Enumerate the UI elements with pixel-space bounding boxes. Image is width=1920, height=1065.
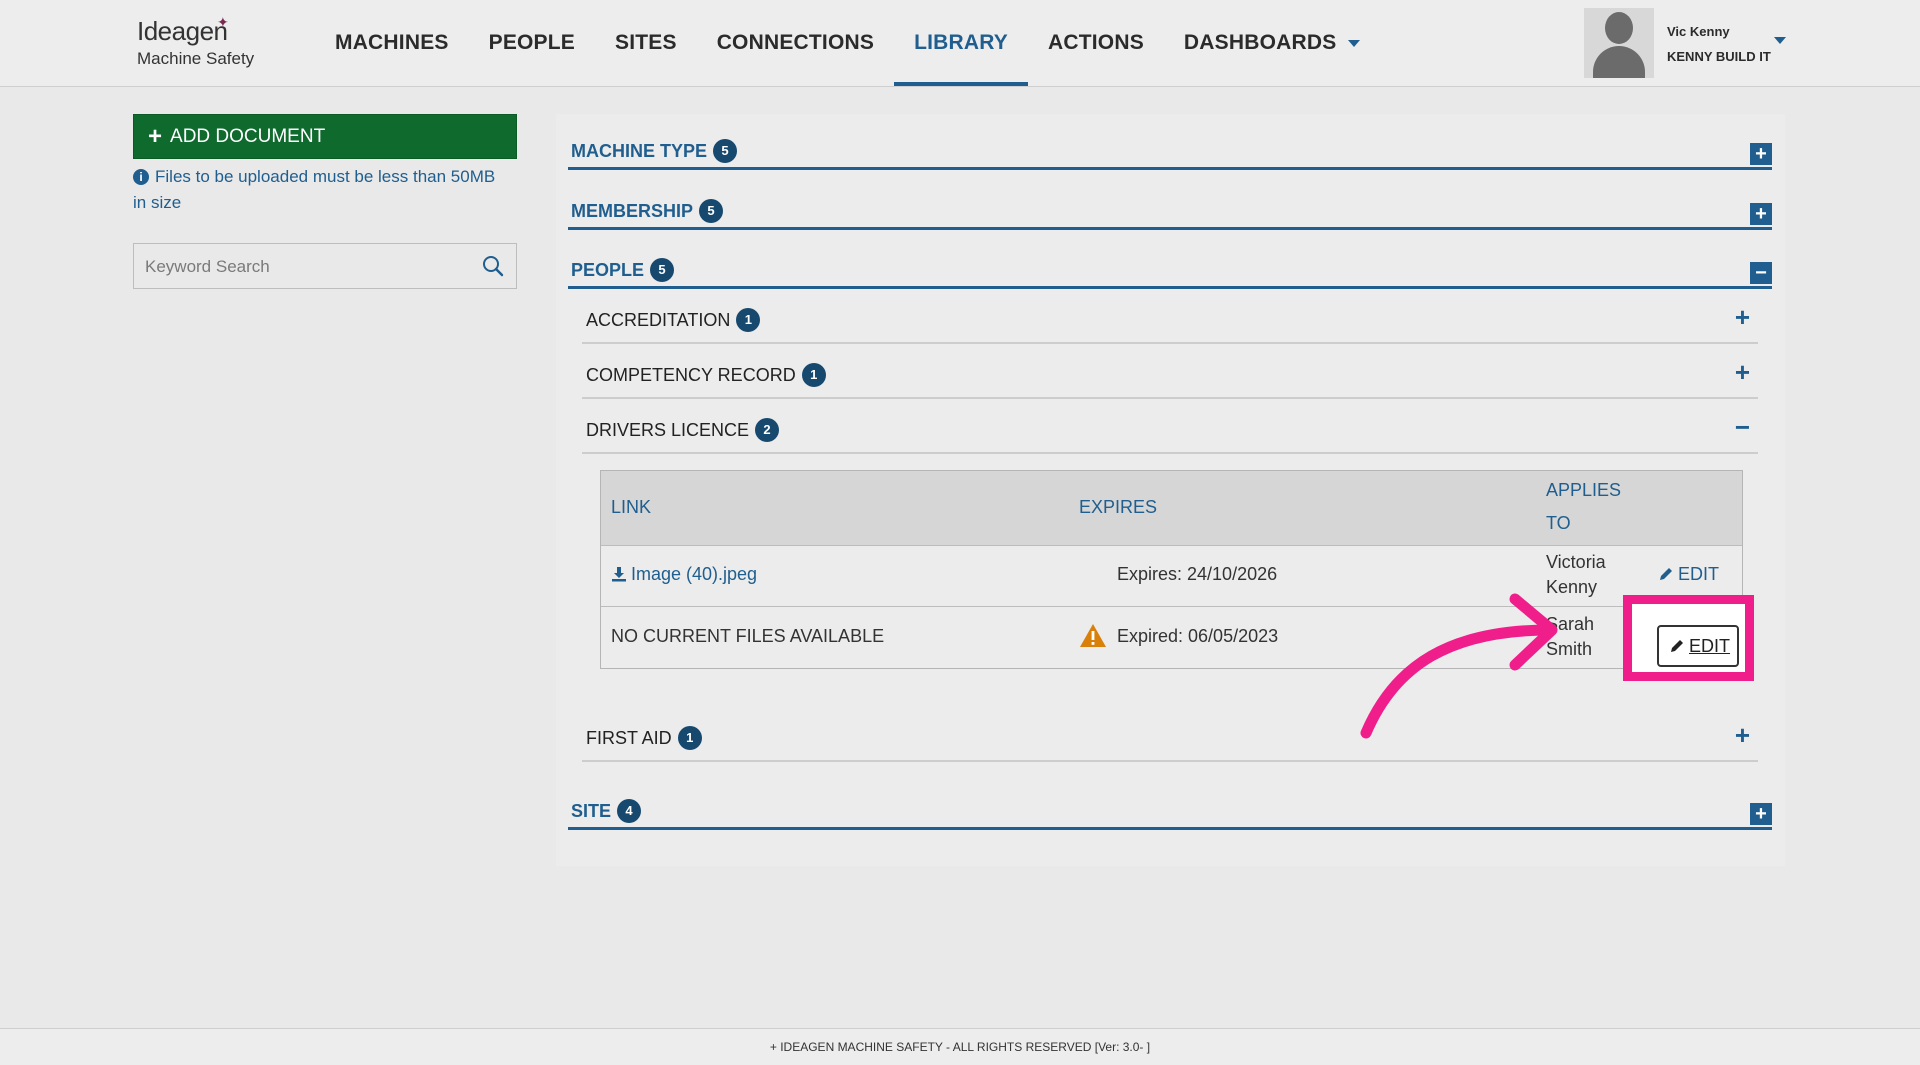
expand-icon[interactable]: + [1735,722,1750,748]
nav-label: MACHINES [335,31,449,54]
nav-label: LIBRARY [914,31,1009,54]
subsection-accreditation[interactable]: ACCREDITATION 1 + [582,287,1758,344]
user-org[interactable]: KENNY BUILD IT [1667,49,1771,64]
collapse-icon[interactable]: − [1735,414,1750,440]
section-title: SITE 4 [571,799,642,823]
section-label: MEMBERSHIP [571,200,694,221]
expand-icon[interactable]: + [1735,359,1750,385]
nav-library[interactable]: LIBRARY [894,0,1029,86]
expiry-date: Expired: 06/05/2023 [1117,626,1279,646]
subsection-competency-record[interactable]: COMPETENCY RECORD 1 + [582,342,1758,399]
expand-icon[interactable]: + [1750,803,1772,825]
nav-label: DASHBOARDS [1183,31,1337,54]
ideagen-logo[interactable]: Ideagen ✦ Machine Safety [137,14,255,69]
applies-to-first: Victoria [1546,552,1606,572]
footer: + IDEAGEN MACHINE SAFETY - ALL RIGHTS RE… [0,1028,1920,1065]
subsection-label: COMPETENCY RECORD [586,364,796,385]
edit-button-highlighted[interactable]: EDIT [1657,625,1739,667]
section-machine-type[interactable]: MACHINE TYPE 5 + [568,119,1772,170]
keyword-search [133,243,517,290]
user-name[interactable]: Vic Kenny [1667,24,1730,39]
col-applies-header-2: TO [1546,513,1571,533]
count-badge: 1 [801,363,826,387]
upload-note-text: Files to be uploaded must be less than 5… [133,167,496,212]
subsection-label: DRIVERS LICENCE [586,419,750,440]
nav-label: SITES [615,31,677,54]
subsection-title: ACCREDITATION 1 [586,308,761,332]
chevron-down-icon [1348,39,1361,47]
section-site[interactable]: SITE 4 + [568,779,1772,830]
footer-text: + IDEAGEN MACHINE SAFETY - ALL RIGHTS RE… [769,1040,1151,1054]
expand-icon[interactable]: + [1735,304,1750,330]
pencil-icon [1660,568,1672,580]
nav-label: CONNECTIONS [716,31,875,54]
expiry-date: Expires: 24/10/2026 [1117,564,1278,584]
section-membership[interactable]: MEMBERSHIP 5 + [568,179,1772,230]
subsection-label: ACCREDITATION [586,309,731,330]
nav-dashboards[interactable]: DASHBOARDS [1164,0,1381,86]
top-header: Ideagen ✦ Machine Safety MACHINES PEOPLE… [0,0,1920,87]
section-label: MACHINE TYPE [571,140,708,161]
expand-icon[interactable]: + [1750,203,1772,225]
subsection-title: DRIVERS LICENCE 2 [586,418,780,442]
section-label: PEOPLE [571,259,645,280]
subsection-first-aid[interactable]: FIRST AID 1 + [582,705,1758,762]
highlight-box: EDIT [1623,595,1754,681]
edit-label: EDIT [1689,636,1731,656]
add-document-label: ADD DOCUMENT [170,125,326,147]
plus-icon: + [148,122,163,150]
user-menu-chevron-icon[interactable] [1774,37,1786,44]
count-badge: 1 [736,308,761,332]
logo-product: Machine Safety [137,49,255,68]
nav-label: ACTIONS [1048,31,1144,54]
main-nav: MACHINES PEOPLE SITES CONNECTIONS LIBRAR… [315,0,1380,86]
nav-label: PEOPLE [488,31,575,54]
subsection-title: FIRST AID 1 [586,726,702,750]
count-badge: 2 [755,418,780,442]
col-applies-header: APPLIES [1546,480,1622,500]
nav-connections[interactable]: CONNECTIONS [697,0,894,86]
count-badge: 4 [617,799,642,823]
nav-sites[interactable]: SITES [595,0,697,86]
download-icon [612,567,626,582]
count-badge: 5 [713,139,738,163]
section-people[interactable]: PEOPLE 5 − [568,238,1772,289]
pencil-icon [1671,640,1683,652]
logo-mark-icon: ✦ [217,14,229,30]
warning-icon [1079,623,1107,653]
section-title: MACHINE TYPE 5 [571,139,738,163]
edit-button[interactable]: EDIT [1658,564,1719,585]
count-badge: 1 [677,726,702,750]
no-files-text: NO CURRENT FILES AVAILABLE [611,626,885,646]
add-document-button[interactable]: + ADD DOCUMENT [133,114,517,159]
col-link-header: LINK [611,497,652,517]
section-title: MEMBERSHIP 5 [571,199,724,223]
nav-actions[interactable]: ACTIONS [1028,0,1164,86]
avatar-body [1593,46,1645,78]
subsection-drivers-licence[interactable]: DRIVERS LICENCE 2 − [582,397,1758,454]
upload-size-note: i Files to be uploaded must be less than … [133,164,503,216]
col-expires-header: EXPIRES [1079,497,1158,517]
expand-icon[interactable]: + [1750,143,1772,165]
section-title: PEOPLE 5 [571,258,675,282]
count-badge: 5 [650,258,675,282]
section-label: SITE [571,800,612,821]
count-badge: 5 [699,199,724,223]
collapse-icon[interactable]: − [1750,262,1772,284]
highlight-inner: EDIT [1632,604,1745,672]
table-header: LINK EXPIRES APPLIES TO [601,471,1742,546]
info-icon: i [133,169,149,185]
nav-machines[interactable]: MACHINES [315,0,469,86]
subsection-title: COMPETENCY RECORD 1 [586,363,826,387]
nav-people[interactable]: PEOPLE [469,0,595,86]
edit-label: EDIT [1678,564,1720,584]
file-download-link[interactable]: Image (40).jpeg [611,564,757,585]
subsection-label: FIRST AID [586,727,672,748]
file-name: Image (40).jpeg [631,564,758,584]
search-input[interactable] [134,244,477,290]
search-icon[interactable] [482,255,504,282]
avatar[interactable] [1584,8,1654,78]
avatar-head [1605,12,1633,44]
